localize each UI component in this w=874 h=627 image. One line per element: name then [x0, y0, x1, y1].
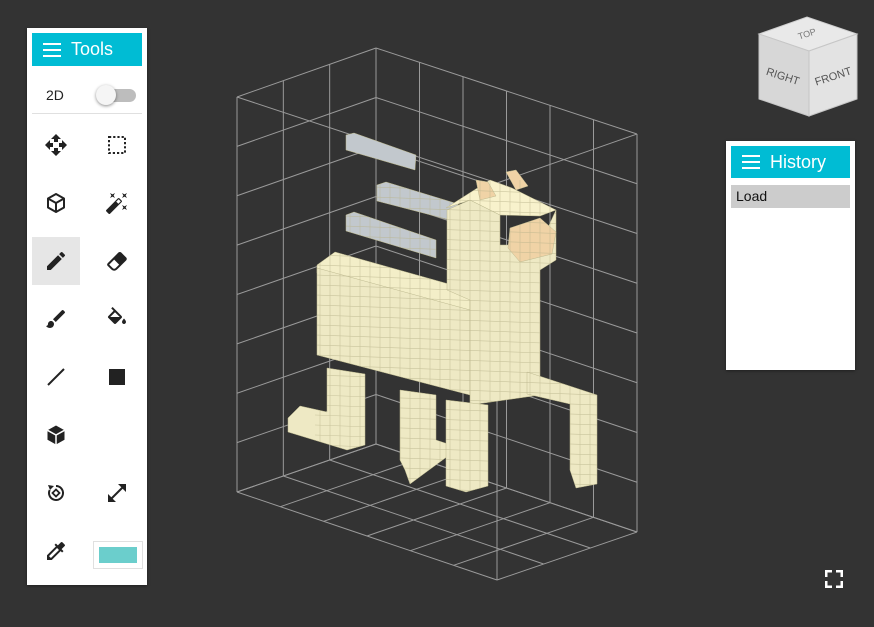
eraser-icon: [107, 251, 127, 271]
view-cube[interactable]: TOP RIGHT FRONT: [757, 16, 859, 117]
pencil-tool[interactable]: [32, 237, 80, 285]
eyedropper-tool[interactable]: [32, 527, 80, 575]
magic-wand-icon: [105, 193, 127, 215]
history-item[interactable]: Load: [731, 185, 850, 208]
voxel-leg: [526, 371, 598, 489]
cube-solid-icon: [47, 425, 65, 445]
resize-tool[interactable]: [93, 469, 141, 517]
voxel-model[interactable]: [287, 132, 600, 495]
voxel-leg: [399, 389, 449, 485]
voxel-tool[interactable]: [32, 179, 80, 227]
history-panel-title: History: [770, 151, 827, 172]
menu-icon[interactable]: [43, 42, 61, 57]
mode-2d-toggle-knob[interactable]: [96, 85, 116, 105]
expand-arrows-icon: [108, 484, 126, 502]
tools-panel-header[interactable]: Tools: [32, 33, 142, 66]
mode-toggle-row: 2D: [32, 77, 142, 114]
fullscreen-icon[interactable]: [822, 567, 846, 591]
voxel-grey-bar: [376, 181, 459, 223]
eyedropper-icon: [47, 541, 66, 560]
voxel-leg: [445, 399, 489, 493]
box-tool[interactable]: [32, 411, 80, 459]
move-icon: [45, 134, 67, 156]
voxel-grey-bar: [345, 132, 417, 171]
history-panel-header[interactable]: History: [731, 146, 850, 178]
current-color-swatch: [99, 547, 137, 563]
magic-wand-tool[interactable]: [93, 179, 141, 227]
rotate-tool[interactable]: [32, 469, 80, 517]
brush-tool[interactable]: [32, 295, 80, 343]
fill-tool[interactable]: [93, 295, 141, 343]
move-tool[interactable]: [32, 121, 80, 169]
paint-bucket-icon: [107, 307, 126, 324]
eraser-tool[interactable]: [93, 237, 141, 285]
square-icon: [109, 369, 125, 385]
line-tool[interactable]: [32, 353, 80, 401]
rotate-icon: [48, 484, 65, 501]
cube-outline-icon: [47, 193, 65, 213]
rectangle-tool[interactable]: [93, 353, 141, 401]
select-rect-icon: [108, 136, 126, 154]
mode-2d-label: 2D: [46, 87, 64, 103]
menu-icon[interactable]: [742, 155, 760, 169]
tools-panel: Tools 2D: [27, 28, 147, 585]
voxel-leg: [287, 367, 366, 451]
line-icon: [47, 368, 65, 386]
tools-panel-title: Tools: [71, 39, 114, 59]
pencil-icon: [47, 251, 66, 270]
color-swatch-button[interactable]: [93, 541, 143, 569]
history-panel: History Load: [726, 141, 855, 370]
select-tool[interactable]: [93, 121, 141, 169]
brush-icon: [46, 309, 66, 328]
